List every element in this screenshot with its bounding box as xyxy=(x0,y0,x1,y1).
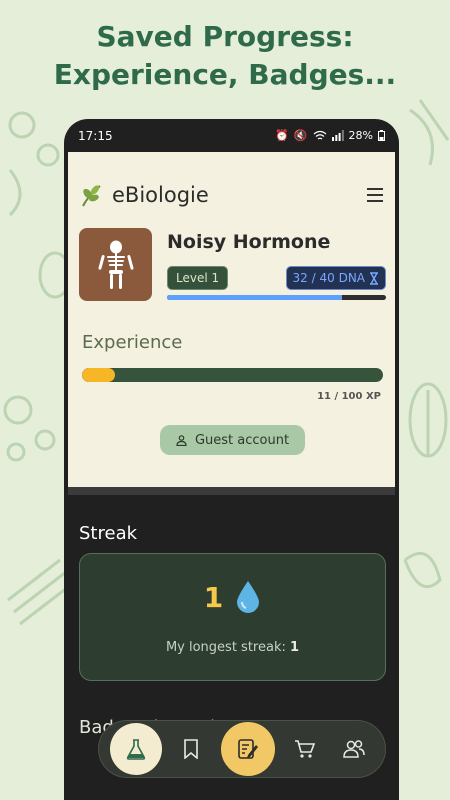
notes-edit-icon xyxy=(238,739,258,759)
nav-shop-button[interactable] xyxy=(285,729,325,769)
cart-icon xyxy=(294,740,315,758)
battery-icon xyxy=(378,130,385,141)
nav-community-button[interactable] xyxy=(334,729,374,769)
nav-lab-button[interactable] xyxy=(109,723,162,775)
status-time: 17:15 xyxy=(78,128,113,143)
level-badge: Level 1 xyxy=(167,266,229,290)
guest-account-button[interactable]: Guest account xyxy=(160,425,305,455)
status-icons: ⏰ 🔇 28% xyxy=(275,129,385,142)
app-bar: eBiologie xyxy=(80,180,383,210)
wifi-icon xyxy=(313,130,326,140)
hourglass-icon xyxy=(370,271,378,285)
dna-progress-fill xyxy=(167,295,343,300)
headline-line-1: Saved Progress: xyxy=(96,20,354,53)
streak-row: 1 xyxy=(80,580,385,614)
longest-streak-label: My longest streak: xyxy=(165,640,286,655)
brand: eBiologie xyxy=(80,182,209,208)
community-icon xyxy=(343,740,365,758)
section-divider xyxy=(68,487,395,495)
avatar[interactable] xyxy=(79,228,152,301)
person-icon xyxy=(176,434,187,446)
flask-icon xyxy=(126,739,145,760)
leaf-logo-icon xyxy=(82,185,101,207)
xp-progress-bar xyxy=(82,368,383,382)
battery-text: 28% xyxy=(348,129,373,142)
xp-progress-fill xyxy=(82,368,116,382)
bookmark-icon xyxy=(184,739,199,759)
mute-icon: 🔇 xyxy=(293,129,308,142)
guest-account-label: Guest account xyxy=(194,432,290,448)
promo-headline: Saved Progress: Experience, Badges... xyxy=(0,18,450,94)
signal-icon xyxy=(331,130,344,141)
phone-frame: 17:15 ⏰ 🔇 28% eBiologie Noisy Hormone Le… xyxy=(64,119,399,800)
status-bar: 17:15 ⏰ 🔇 28% xyxy=(64,119,399,152)
longest-streak-value: 1 xyxy=(290,640,300,655)
nav-bookmark-button[interactable] xyxy=(171,729,211,769)
app-title: eBiologie xyxy=(112,183,209,207)
profile-panel: eBiologie Noisy Hormone Level 1 32 / 40 … xyxy=(68,152,395,487)
dna-count: 32 / 40 DNA xyxy=(292,271,365,285)
username: Noisy Hormone xyxy=(167,231,331,253)
streak-title: Streak xyxy=(79,523,138,544)
dna-progress-bar xyxy=(167,295,386,300)
streak-card: 1 My longest streak: 1 xyxy=(79,553,386,681)
experience-title: Experience xyxy=(82,332,183,353)
nav-notes-button[interactable] xyxy=(220,722,275,776)
streak-count: 1 xyxy=(203,580,224,614)
skeleton-icon xyxy=(97,240,134,289)
longest-streak: My longest streak: 1 xyxy=(80,640,385,655)
bottom-navbar xyxy=(98,720,386,778)
water-drop-icon xyxy=(237,581,260,613)
alarm-icon: ⏰ xyxy=(275,129,289,142)
xp-text: 11 / 100 XP xyxy=(317,391,381,402)
dna-badge: 32 / 40 DNA xyxy=(285,266,386,290)
hamburger-menu-icon[interactable] xyxy=(367,188,383,202)
headline-line-2: Experience, Badges... xyxy=(53,58,397,91)
